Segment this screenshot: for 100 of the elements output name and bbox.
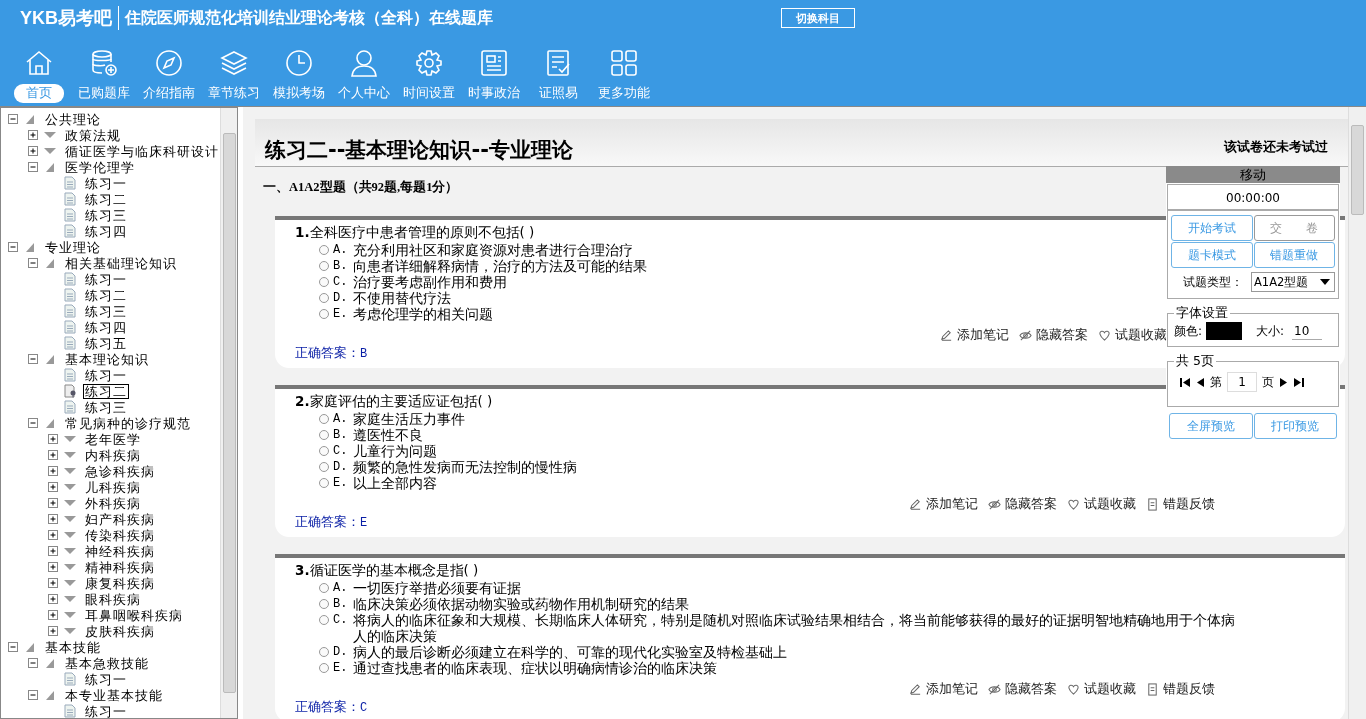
radio-button[interactable]: [319, 261, 329, 271]
tree-item[interactable]: 康复科疾病: [83, 575, 157, 591]
pencil-icon: [940, 328, 953, 342]
action-link[interactable]: 试题收藏: [1098, 326, 1167, 344]
expand-icon[interactable]: [47, 593, 59, 605]
tree-item[interactable]: 眼科疾病: [83, 591, 143, 607]
action-link[interactable]: 错题反馈: [1146, 495, 1215, 513]
tree-item[interactable]: 练习三: [83, 303, 129, 319]
tree-item[interactable]: 练习二: [83, 287, 129, 303]
tree-item[interactable]: 基本理论知识: [63, 351, 151, 367]
type-dropdown[interactable]: A1A2型题: [1251, 272, 1335, 292]
collapse-icon[interactable]: [27, 417, 39, 429]
tree-item[interactable]: 练习三: [83, 399, 129, 415]
radio-button[interactable]: [319, 599, 329, 609]
radio-button[interactable]: [319, 462, 329, 472]
tree-item[interactable]: 练习三: [83, 207, 129, 223]
tree-item[interactable]: 精神科疾病: [83, 559, 157, 575]
collapse-icon[interactable]: [27, 161, 39, 173]
expand-icon[interactable]: [47, 481, 59, 493]
collapse-icon[interactable]: [27, 657, 39, 669]
expand-icon[interactable]: [47, 433, 59, 445]
tree-item[interactable]: 外科疾病: [83, 495, 143, 511]
tree-item[interactable]: 专业理论: [43, 239, 103, 255]
radio-button[interactable]: [319, 583, 329, 593]
expand-icon[interactable]: [47, 449, 59, 461]
tree-item[interactable]: 练习二: [83, 191, 129, 207]
tree-item[interactable]: 政策法规: [63, 127, 123, 143]
first-page-icon[interactable]: [1180, 377, 1190, 387]
collapse-icon[interactable]: [27, 689, 39, 701]
action-link[interactable]: 添加笔记: [940, 326, 1009, 344]
expand-icon[interactable]: [47, 609, 59, 621]
radio-button[interactable]: [319, 663, 329, 673]
tree-item[interactable]: 循证医学与临床科研设计: [63, 143, 220, 159]
tree-item[interactable]: 练习二: [83, 383, 129, 399]
action-link[interactable]: 试题收藏: [1067, 680, 1136, 698]
expand-icon[interactable]: [47, 529, 59, 541]
expand-icon[interactable]: [47, 545, 59, 557]
action-link[interactable]: 隐藏答案: [988, 495, 1057, 513]
expand-icon[interactable]: [47, 497, 59, 509]
radio-button[interactable]: [319, 446, 329, 456]
tree-item[interactable]: 练习四: [83, 223, 129, 239]
tree-item[interactable]: 基本技能: [43, 639, 103, 655]
last-page-icon[interactable]: [1294, 377, 1304, 387]
tree-item[interactable]: 练习四: [83, 319, 129, 335]
next-page-icon[interactable]: [1279, 377, 1289, 387]
collapse-icon[interactable]: [27, 353, 39, 365]
action-link[interactable]: 错题反馈: [1146, 680, 1215, 698]
radio-button[interactable]: [319, 293, 329, 303]
tree-item[interactable]: 练习一: [83, 703, 129, 718]
scrollbar[interactable]: [220, 108, 237, 718]
expand-icon[interactable]: [47, 577, 59, 589]
tree-item[interactable]: 医学伦理学: [63, 159, 137, 175]
action-link[interactable]: 隐藏答案: [1019, 326, 1088, 344]
radio-button[interactable]: [319, 309, 329, 319]
tree-item[interactable]: 练习一: [83, 175, 129, 191]
tree-item[interactable]: 皮肤科疾病: [83, 623, 157, 639]
expand-icon[interactable]: [47, 513, 59, 525]
action-link[interactable]: 试题收藏: [1067, 495, 1136, 513]
tree-item[interactable]: 基本急救技能: [63, 655, 151, 671]
expand-icon[interactable]: [47, 625, 59, 637]
heart-icon: [1098, 328, 1111, 342]
tree-item[interactable]: 相关基础理论知识: [63, 255, 179, 271]
collapse-icon[interactable]: [7, 113, 19, 125]
person-icon: [348, 48, 379, 78]
tree-item[interactable]: 常见病种的诊疗规范: [63, 415, 193, 431]
tree-item[interactable]: 急诊科疾病: [83, 463, 157, 479]
collapse-icon[interactable]: [7, 241, 19, 253]
tree-item[interactable]: 妇产科疾病: [83, 511, 157, 527]
expand-icon[interactable]: [27, 129, 39, 141]
radio-button[interactable]: [319, 414, 329, 424]
tree-item[interactable]: 内科疾病: [83, 447, 143, 463]
tree-item[interactable]: 练习一: [83, 367, 129, 383]
radio-button[interactable]: [319, 430, 329, 440]
tree-item[interactable]: 老年医学: [83, 431, 143, 447]
page-field[interactable]: 1: [1227, 372, 1257, 392]
tree-item[interactable]: 神经科疾病: [83, 543, 157, 559]
tree-item[interactable]: 儿科疾病: [83, 479, 143, 495]
color-swatch[interactable]: [1206, 322, 1243, 340]
expand-icon[interactable]: [27, 145, 39, 157]
tree-item[interactable]: 公共理论: [43, 111, 103, 127]
collapse-icon[interactable]: [7, 641, 19, 653]
radio-button[interactable]: [319, 478, 329, 488]
tree-item[interactable]: 练习五: [83, 335, 129, 351]
radio-button[interactable]: [319, 245, 329, 255]
previous-page-icon[interactable]: [1195, 377, 1205, 387]
radio-button[interactable]: [319, 647, 329, 657]
expand-icon[interactable]: [47, 465, 59, 477]
action-link[interactable]: 添加笔记: [909, 680, 978, 698]
action-link[interactable]: 添加笔记: [909, 495, 978, 513]
radio-button[interactable]: [319, 277, 329, 287]
action-link[interactable]: 隐藏答案: [988, 680, 1057, 698]
collapse-icon[interactable]: [27, 257, 39, 269]
tree-item[interactable]: 练习一: [83, 671, 129, 687]
tree-item[interactable]: 练习一: [83, 271, 129, 287]
radio-button[interactable]: [319, 615, 329, 625]
tree-item[interactable]: 本专业基本技能: [63, 687, 165, 703]
expand-icon[interactable]: [47, 561, 59, 573]
tree-item[interactable]: 传染科疾病: [83, 527, 157, 543]
tree-item[interactable]: 耳鼻咽喉科疾病: [83, 607, 185, 623]
scrollbar[interactable]: [1348, 107, 1366, 719]
